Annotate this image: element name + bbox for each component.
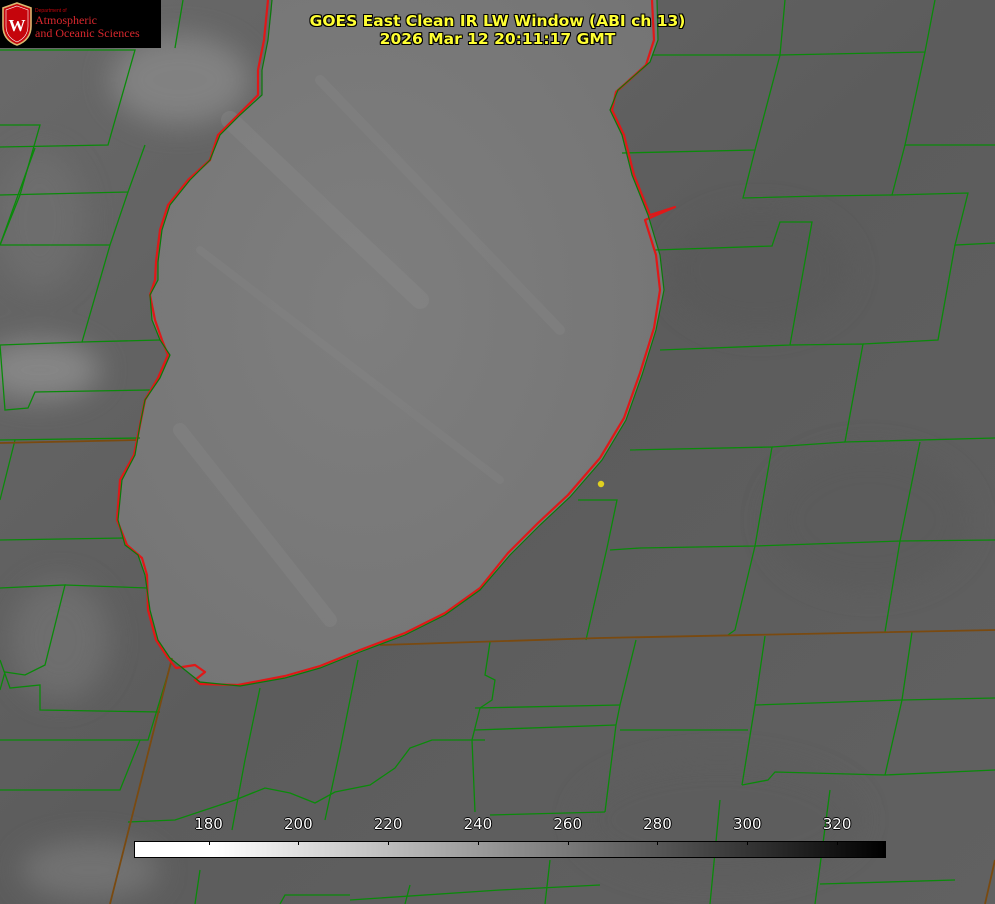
colorbar-tick-label: 320	[822, 815, 852, 833]
timestamp: 2026 Mar 12 20:11:17 GMT	[379, 30, 616, 48]
temperature-colorbar	[134, 841, 886, 858]
colorbar-tick-mark	[837, 841, 839, 845]
colorbar-tick-label: 280	[643, 815, 672, 833]
product-title: GOES East Clean IR LW Window (ABI ch 13)	[309, 12, 686, 30]
colorbar-tick-mark	[388, 841, 390, 845]
satellite-image	[0, 0, 995, 904]
colorbar-tick-mark	[657, 841, 659, 845]
colorbar-tick-label: 180	[194, 815, 223, 833]
colorbar-tick-mark	[747, 841, 749, 845]
colorbar-tick-mark	[567, 841, 569, 845]
colorbar-tick-mark	[208, 841, 210, 845]
colorbar-tick-label: 200	[283, 815, 313, 833]
colorbar-tick-label: 220	[373, 815, 403, 833]
colorbar-tick-mark	[298, 841, 300, 845]
colorbar-tick-label: 300	[732, 815, 762, 833]
colorbar-tick-label: 260	[553, 815, 582, 833]
colorbar-tick-mark	[477, 841, 479, 845]
colorbar-tick-label: 240	[463, 815, 493, 833]
satellite-viewer: W Department of Atmospheric and Oceanic …	[0, 0, 995, 904]
location-marker	[597, 480, 605, 488]
